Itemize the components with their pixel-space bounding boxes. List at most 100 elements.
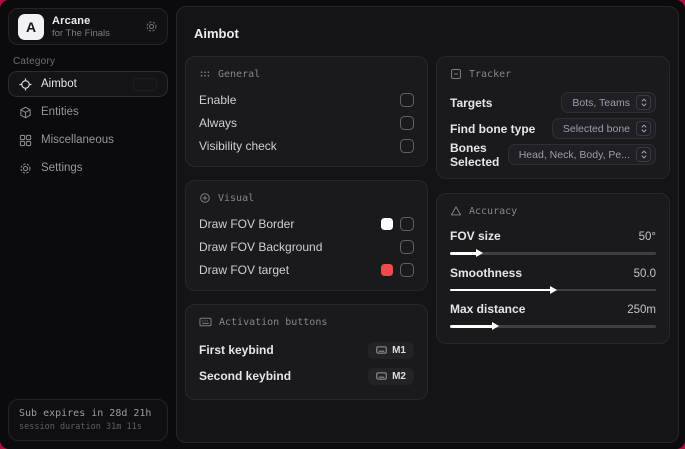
app-name: Arcane [52, 14, 91, 27]
visual-card: Visual Draw FOV Border Draw FOV Backgrou… [185, 180, 428, 291]
unfold-icon [636, 147, 651, 162]
circle-plus-icon [199, 192, 211, 204]
keybind-hint-badge [133, 77, 157, 91]
first-keybind-button[interactable]: M1 [368, 341, 414, 359]
visibility-check-checkbox[interactable] [400, 138, 414, 153]
crosshair-icon [19, 77, 32, 91]
draw-fov-target-checkbox[interactable] [400, 262, 414, 277]
keybind-value: M1 [392, 344, 406, 356]
sidebar-nav: Aimbot Entities Miscellaneous Settings [8, 71, 168, 181]
sidebar-item-settings[interactable]: Settings [8, 155, 168, 181]
setting-row: Enable [199, 92, 414, 107]
slider-fill [450, 252, 477, 255]
app-subtitle: for The Finals [52, 27, 110, 39]
slider-value: 50° [638, 231, 656, 243]
enable-checkbox[interactable] [400, 92, 414, 107]
setting-label: Always [199, 115, 238, 130]
slider-value: 250m [627, 304, 656, 316]
sidebar-item-aimbot[interactable]: Aimbot [8, 71, 168, 97]
sidebar-item-label: Miscellaneous [41, 134, 114, 146]
gear-icon [19, 162, 32, 175]
section-title: Tracker [469, 68, 512, 80]
unfold-icon [636, 121, 651, 136]
setting-label: Max distance [450, 302, 526, 316]
page-title: Aimbot [194, 26, 239, 41]
dropdown-value: Head, Neck, Body, Pe... [518, 148, 630, 161]
setting-row: First keybind M1 [199, 340, 414, 360]
bones-selected-dropdown[interactable]: Head, Neck, Body, Pe... [507, 144, 656, 165]
square-minus-icon [450, 68, 462, 80]
setting-row: Bones Selected Head, Neck, Body, Pe... [450, 141, 656, 169]
keyboard-icon [376, 345, 387, 355]
setting-label: First keybind [199, 343, 274, 357]
fov-target-color-swatch[interactable] [381, 263, 393, 276]
second-keybind-button[interactable]: M2 [368, 367, 414, 385]
section-title: Accuracy [469, 205, 518, 217]
slider-row: Max distance 250m [450, 302, 656, 328]
setting-row: Always [199, 115, 414, 130]
setting-label: FOV size [450, 229, 501, 243]
grid-icon [19, 134, 32, 147]
setting-row: Draw FOV Background [199, 239, 414, 254]
setting-row: Targets Bots, Teams [450, 92, 656, 113]
setting-label: Draw FOV target [199, 262, 290, 277]
dots-grid-icon [199, 68, 211, 80]
max-distance-slider[interactable] [450, 325, 656, 328]
slider-fill [450, 325, 494, 328]
slider-row: FOV size 50° [450, 229, 656, 255]
sidebar-item-miscellaneous[interactable]: Miscellaneous [8, 127, 168, 153]
find-bone-type-dropdown[interactable]: Selected bone [551, 118, 656, 139]
setting-row: Draw FOV target [199, 262, 414, 277]
setting-label: Targets [450, 95, 493, 110]
targets-dropdown[interactable]: Bots, Teams [561, 92, 656, 113]
accuracy-card: Accuracy FOV size 50° Smoothness 50.0 Ma… [436, 193, 670, 344]
activation-card: Activation buttons First keybind M1 Seco… [185, 304, 428, 400]
setting-label: Bones Selected [450, 140, 500, 169]
sidebar-header: A Arcane for The Finals [8, 8, 168, 45]
tracker-card: Tracker Targets Bots, Teams Find bone ty… [436, 56, 670, 179]
sidebar: A Arcane for The Finals Category Aimbot … [0, 0, 176, 449]
sub-expiry-text: Sub expires in 28d 21h [19, 408, 152, 419]
always-checkbox[interactable] [400, 115, 414, 130]
app-logo: A [18, 13, 44, 40]
setting-row: Draw FOV Border [199, 216, 414, 231]
setting-label: Find bone type [450, 121, 536, 136]
slider-row: Smoothness 50.0 [450, 265, 656, 291]
smoothness-slider[interactable] [450, 288, 656, 291]
dropdown-value: Selected bone [562, 122, 630, 135]
triangle-icon [450, 205, 462, 217]
category-label: Category [13, 56, 56, 67]
fov-size-slider[interactable] [450, 252, 656, 255]
app-window: A Arcane for The Finals Category Aimbot … [0, 0, 685, 449]
section-title: General [218, 68, 261, 80]
slider-value: 50.0 [633, 267, 656, 280]
draw-fov-background-checkbox[interactable] [400, 239, 414, 254]
session-duration-text: session duration 31m 11s [19, 422, 142, 432]
setting-label: Smoothness [450, 265, 523, 280]
setting-label: Enable [199, 92, 237, 107]
general-card: General Enable Always Visibility check [185, 56, 428, 167]
setting-label: Draw FOV Background [199, 239, 323, 254]
setting-label: Draw FOV Border [199, 216, 295, 231]
keyboard-icon [376, 371, 387, 381]
setting-row: Second keybind M2 [199, 366, 414, 386]
setting-row: Find bone type Selected bone [450, 118, 656, 139]
sidebar-item-label: Settings [41, 162, 83, 174]
dropdown-value: Bots, Teams [572, 96, 630, 109]
main-panel: Aimbot General Enable Always Visibility … [176, 6, 679, 443]
fov-border-color-swatch[interactable] [381, 217, 393, 230]
keybind-value: M2 [392, 370, 406, 382]
sidebar-item-label: Aimbot [41, 78, 77, 90]
sidebar-item-label: Entities [41, 106, 79, 118]
refresh-gear-icon[interactable] [145, 20, 158, 33]
cube-icon [19, 106, 32, 119]
section-title: Visual [218, 192, 255, 204]
sidebar-item-entities[interactable]: Entities [8, 99, 168, 125]
section-title: Activation buttons [219, 316, 328, 328]
setting-label: Visibility check [199, 138, 277, 153]
unfold-icon [636, 95, 651, 110]
setting-label: Second keybind [199, 369, 292, 383]
slider-fill [450, 288, 551, 291]
draw-fov-border-checkbox[interactable] [400, 216, 414, 231]
setting-row: Visibility check [199, 138, 414, 153]
